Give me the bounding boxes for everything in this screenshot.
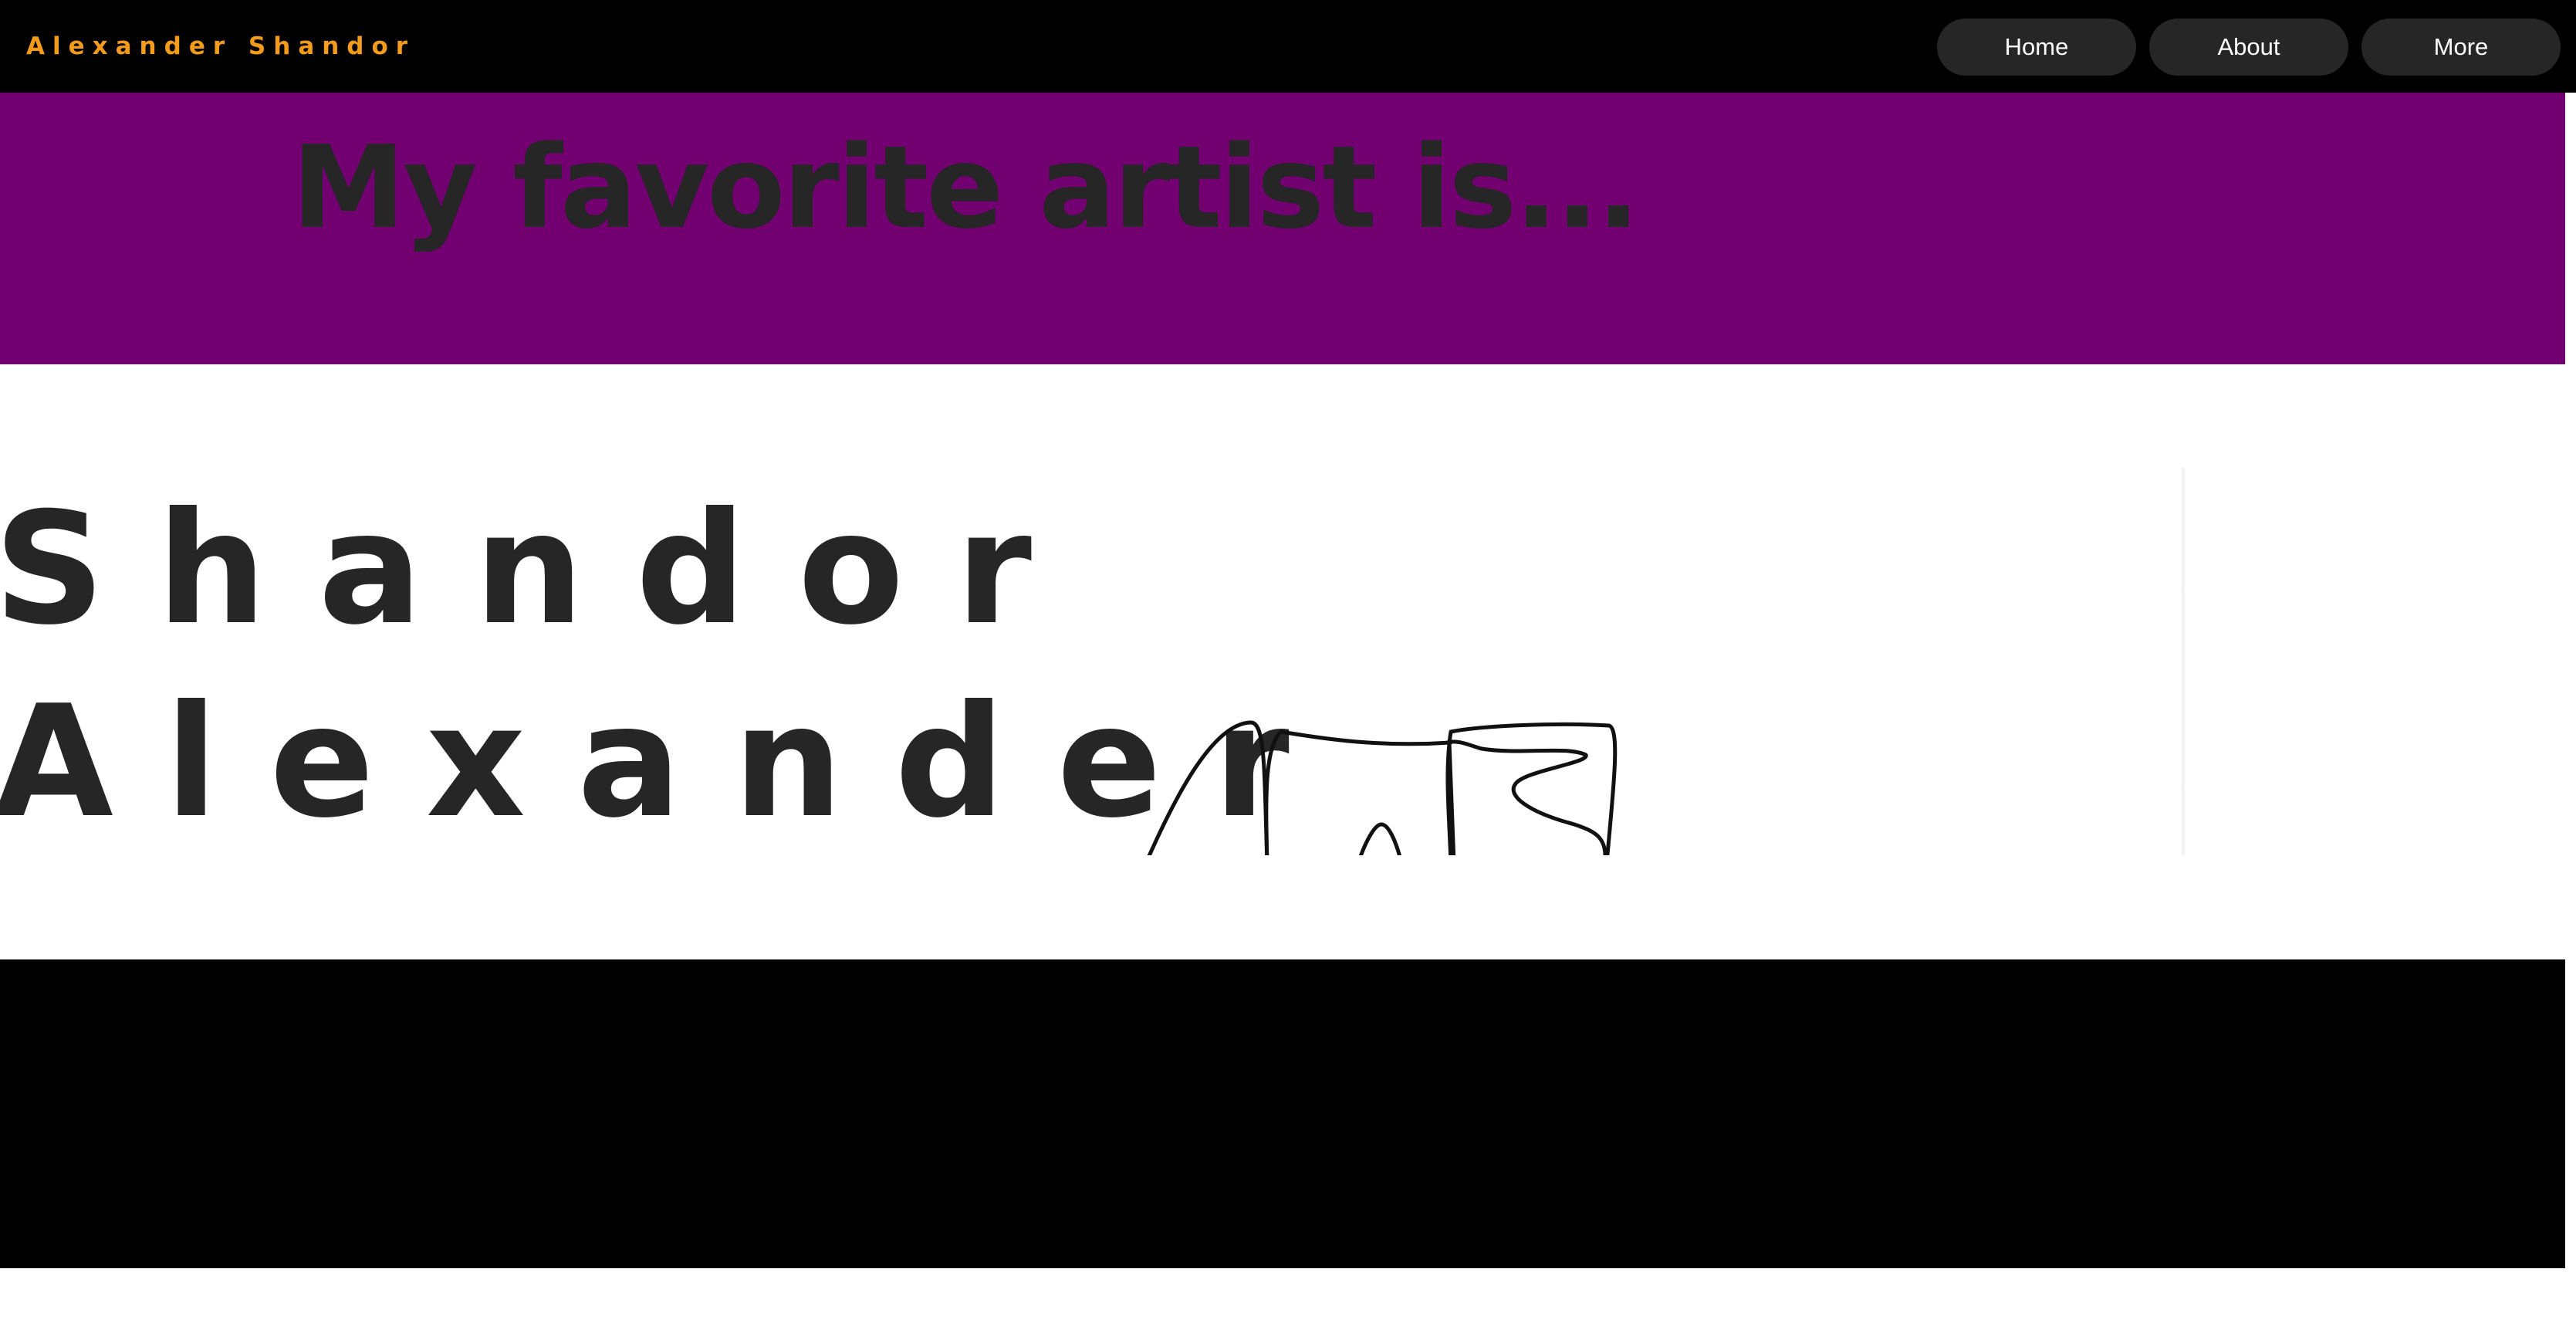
signature-drawing: [1147, 720, 1618, 855]
nav-more-button[interactable]: More: [2361, 19, 2561, 76]
footer-band: [0, 959, 2565, 1268]
page: Alexander Shandor Home About More My fav…: [0, 0, 2576, 1340]
site-header: Alexander Shandor Home About More: [0, 0, 2576, 93]
nav-about-button[interactable]: About: [2149, 19, 2348, 76]
favorite-artist-banner: My favorite artist is...: [0, 93, 2565, 364]
banner-title: My favorite artist is...: [292, 121, 1640, 254]
site-name-logo[interactable]: Alexander Shandor: [26, 31, 415, 62]
artist-name-line-1: Shandor: [0, 479, 1083, 659]
nav-home-button[interactable]: Home: [1937, 19, 2136, 76]
section-edge-shadow: [2181, 468, 2186, 855]
artist-name-section: Shandor Alexander: [0, 468, 2189, 855]
